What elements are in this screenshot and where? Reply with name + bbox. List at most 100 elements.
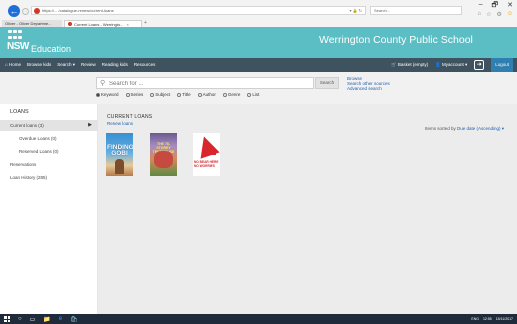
address-row: ← → https://... /catalogue-renew/current…	[0, 0, 517, 20]
logout-button[interactable]: Logout	[491, 58, 513, 72]
book-cover-art	[204, 145, 216, 155]
logout-arrow-icon[interactable]: ➜	[474, 60, 485, 70]
search-button[interactable]: Search	[315, 77, 339, 89]
nav-reading-kids[interactable]: Reading kids	[102, 58, 128, 72]
clock-date[interactable]: 15/11/2017	[496, 317, 513, 321]
radio-label: Keyword	[101, 92, 119, 97]
sidebar-item-current-loans[interactable]: Current loans (3) ▶	[0, 120, 98, 131]
tab-favicon-icon	[68, 22, 72, 26]
favorites-icon[interactable]: ☆	[486, 11, 491, 18]
refresh-icon[interactable]: ▾ 🔒 ↻	[349, 8, 362, 13]
system-tray: ENG 12:55 15/11/2017	[471, 314, 513, 324]
catalogue-search-input[interactable]	[109, 79, 309, 88]
store-icon[interactable]: 🛍	[70, 316, 78, 323]
windows-taskbar: ○ ▭ 📁 e 🛍 ENG 12:55 15/11/2017	[0, 314, 517, 324]
task-view-icon[interactable]: ▭	[30, 316, 36, 323]
radio-icon	[247, 92, 252, 97]
logo-nsw-text[interactable]: NSW	[7, 41, 29, 52]
main-nav: ⌂ Home Browse kids Search ▾ Review Readi…	[0, 58, 517, 72]
sidebar-item-label: Loan History (285)	[10, 175, 48, 180]
nav-review[interactable]: Review	[81, 58, 96, 72]
browser-tab-current-loans[interactable]: Current Loans - Werringto... ×	[64, 20, 142, 27]
tab-strip: Oliver - Oliver Departme... Current Loan…	[0, 20, 517, 27]
radio-icon	[197, 92, 202, 97]
settings-gear-icon[interactable]: ⚙	[496, 11, 501, 18]
current-loans-panel: CURRENT LOANS Renew loans Items sorted b…	[98, 104, 517, 314]
sidebar-item-reservations[interactable]: Reservations	[0, 159, 98, 170]
new-tab-button[interactable]: +	[144, 20, 147, 27]
nav-home[interactable]: ⌂ Home	[5, 58, 21, 72]
url-text: https://... /catalogue-renew/current-loa…	[42, 8, 114, 13]
nav-browse-kids[interactable]: Browse kids	[27, 58, 51, 72]
browser-search-placeholder: Search...	[374, 8, 391, 13]
radio-list[interactable]: List	[247, 92, 259, 97]
basket-link[interactable]: 🛒 Basket (empty)	[391, 62, 428, 68]
site-header: NSW Education Werrington County Public S…	[0, 27, 517, 58]
school-name: Werrington County Public School	[319, 34, 473, 46]
book-cover-no-bear[interactable]: NO BEAR HERE NO WORRIES	[193, 133, 220, 176]
browser-chrome: ← → https://... /catalogue-renew/current…	[0, 0, 517, 27]
sidebar-item-label: Reservations	[10, 162, 37, 167]
my-account-menu[interactable]: 👤 Myaccount ▾	[435, 62, 467, 68]
file-explorer-icon[interactable]: 📁	[43, 316, 50, 323]
home-icon[interactable]: ⌂	[477, 11, 481, 18]
active-arrow-icon: ▶	[88, 122, 92, 128]
radio-icon	[150, 92, 155, 97]
radio-keyword[interactable]: Keyword	[96, 92, 119, 97]
search-icon: ⚲	[100, 80, 106, 87]
browser-toolbar-icons: ⌂ ☆ ⚙ ☺	[477, 11, 513, 18]
sidebar-title: LOANS	[10, 109, 29, 115]
advanced-search-link[interactable]: Advanced search	[347, 86, 390, 91]
feedback-smiley-icon[interactable]: ☺	[507, 11, 513, 18]
radio-label: Genre	[227, 92, 241, 97]
browser-tab-oliver[interactable]: Oliver - Oliver Departme...	[2, 20, 62, 27]
internet-explorer-icon[interactable]: e	[59, 316, 62, 322]
radio-title[interactable]: Title	[177, 92, 191, 97]
sidebar-item-label: Overdue Loans (0)	[19, 136, 57, 141]
nav-links: ⌂ Home Browse kids Search ▾ Review Readi…	[5, 58, 155, 72]
search-links: Browse Search other sources Advanced sea…	[347, 76, 390, 91]
sidebar-item-reserved-loans[interactable]: Reserved Loans (0)	[0, 146, 98, 157]
forward-button[interactable]: →	[22, 8, 29, 15]
radio-label: Author	[202, 92, 216, 97]
address-bar[interactable]: https://... /catalogue-renew/current-loa…	[31, 6, 366, 15]
logo-education-text[interactable]: Education	[31, 44, 71, 54]
book-cover-title: FINDING GOBI	[107, 144, 133, 157]
nav-user-area: 🛒 Basket (empty) 👤 Myaccount ▾ ➜ Logout	[391, 58, 513, 72]
radio-label: List	[252, 92, 260, 97]
windows-start-icon[interactable]	[4, 316, 10, 322]
loans-sidebar: LOANS Current loans (3) ▶ Overdue Loans …	[0, 104, 98, 314]
nsw-waratah-logo-icon	[8, 30, 26, 41]
sidebar-item-label: Current loans (3)	[10, 123, 44, 128]
sidebar-item-label: Reserved Loans (0)	[19, 149, 59, 154]
radio-subject[interactable]: Subject	[150, 92, 170, 97]
sort-control: Items sorted by Due date (Ascending) ▾	[425, 126, 504, 132]
radio-icon	[125, 92, 130, 97]
radio-label: Subject	[155, 92, 171, 97]
book-cover-art	[154, 151, 173, 168]
radio-author[interactable]: Author	[197, 92, 216, 97]
cortana-search-icon[interactable]: ○	[18, 316, 22, 322]
radio-icon	[222, 92, 227, 97]
nav-search[interactable]: Search ▾	[57, 58, 75, 72]
book-cover-title: NO BEAR HERE NO WORRIES	[194, 160, 219, 168]
sidebar-item-overdue-loans[interactable]: Overdue Loans (0)	[0, 133, 98, 144]
book-cover-treehouse[interactable]: THE 78-STOREY TREEHOUSE	[150, 133, 177, 176]
book-cover-art	[115, 159, 124, 174]
language-indicator[interactable]: ENG	[471, 317, 479, 321]
taskbar-apps: ○ ▭ 📁 e 🛍	[4, 314, 78, 324]
back-button[interactable]: ←	[8, 5, 20, 17]
sidebar-item-loan-history[interactable]: Loan History (285)	[0, 172, 98, 183]
radio-label: Title	[182, 92, 191, 97]
book-cover-finding-gobi[interactable]: FINDING GOBI	[106, 133, 133, 176]
clock-time[interactable]: 12:55	[483, 317, 492, 321]
radio-genre[interactable]: Genre	[222, 92, 241, 97]
search-type-options: Keyword Series Subject Title Author Genr…	[96, 92, 259, 97]
radio-series[interactable]: Series	[125, 92, 143, 97]
browser-search-field[interactable]: Search...	[370, 6, 462, 15]
renew-loans-link[interactable]: Renew loans	[107, 121, 133, 126]
radio-icon	[177, 92, 182, 97]
sort-dropdown[interactable]: Due date (Ascending) ▾	[457, 126, 504, 131]
catalogue-search-box: ⚲	[96, 77, 314, 89]
nav-resources[interactable]: Resources	[134, 58, 156, 72]
